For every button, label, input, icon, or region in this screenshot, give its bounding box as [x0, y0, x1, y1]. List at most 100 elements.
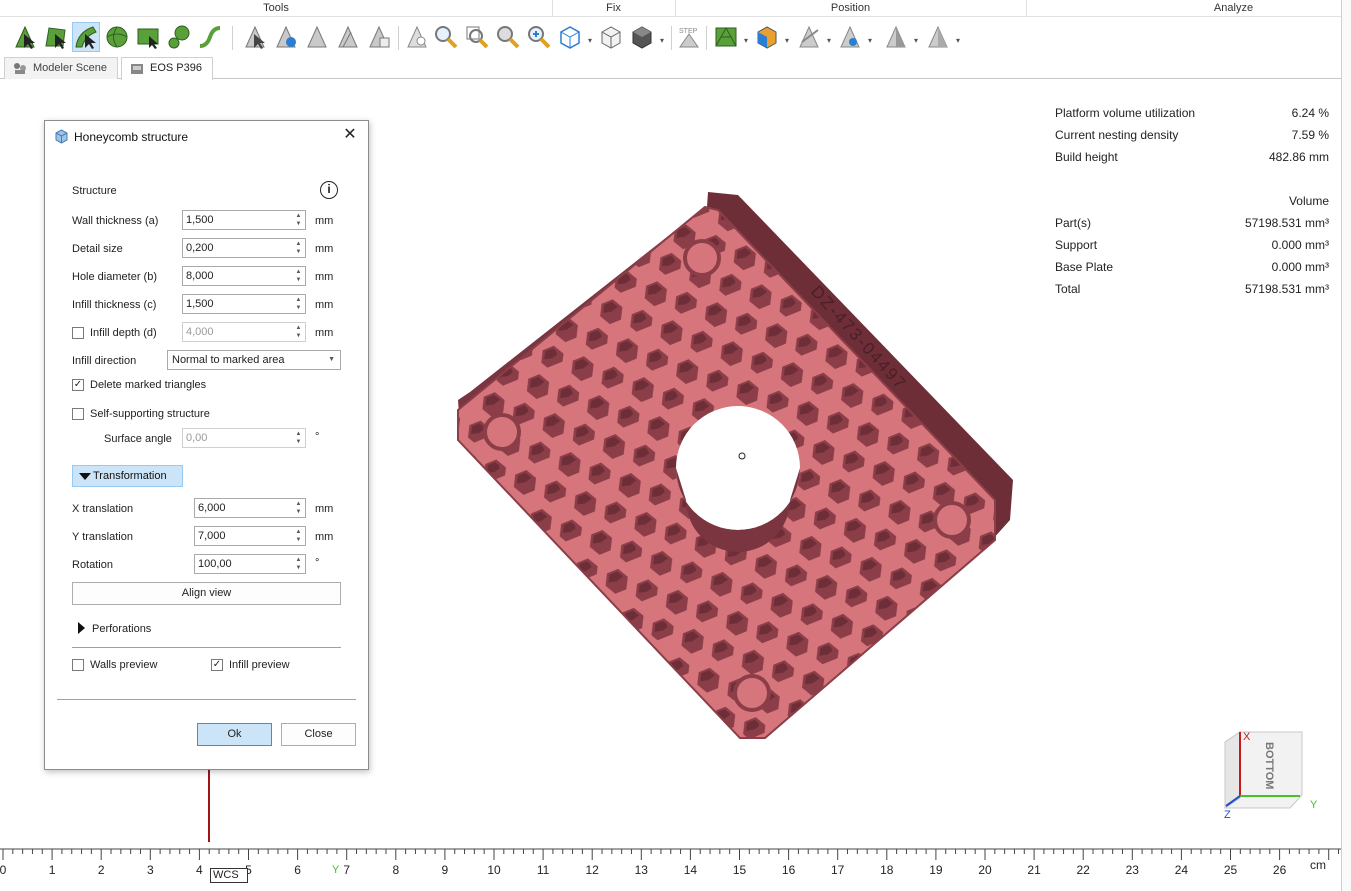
ruler-tick-label: 19	[929, 863, 943, 877]
solid-view-icon[interactable]	[628, 22, 656, 52]
select-shell-icon[interactable]	[72, 22, 100, 52]
info-icon[interactable]: i	[320, 181, 338, 199]
spin-arrows-icon[interactable]: ▲ ▼	[294, 296, 303, 312]
unit-label: mm	[315, 215, 334, 227]
zoom-icon[interactable]	[432, 22, 460, 52]
zoom-part-icon[interactable]	[494, 22, 522, 52]
shading-dropdown-icon[interactable]	[924, 22, 952, 52]
chevron-down-icon[interactable]: ▾	[868, 36, 872, 45]
chevron-down-icon[interactable]: ▾	[956, 36, 960, 45]
ruler-tick-label: 17	[831, 863, 845, 877]
step-icon[interactable]: STEP	[675, 22, 703, 52]
view-cube[interactable]: BOTTOM X Y Z	[1224, 731, 1318, 821]
spin-arrows-icon[interactable]: ▲ ▼	[294, 240, 303, 256]
detail-size-input[interactable]: 0,200 ▲ ▼	[182, 238, 306, 258]
chevron-down-icon[interactable]: ▾	[785, 36, 789, 45]
infill-thickness-input[interactable]: 1,500 ▲ ▼	[182, 294, 306, 314]
chevron-down-icon[interactable]: ▾	[914, 36, 918, 45]
shrink-selection-icon[interactable]	[365, 22, 393, 52]
spin-arrows-icon[interactable]: ▲ ▼	[294, 500, 303, 516]
align-view-button[interactable]: Align view	[72, 582, 341, 605]
select-connected-icon[interactable]	[165, 22, 193, 52]
chevron-down-icon[interactable]: ▾	[588, 36, 592, 45]
close-button[interactable]: Close	[281, 723, 356, 746]
info-value: 57198.531 mm³	[1244, 282, 1329, 296]
horizontal-ruler: 0 1 2 3 4 5 6 7 8 9 10 11 12 13 14 15 16 17 18 19 20 21 22 23 24…	[0, 842, 1341, 891]
info-row-baseplate-volume: Base Plate 0.000 mm³	[1055, 258, 1329, 280]
chevron-down-icon[interactable]: ▾	[827, 36, 831, 45]
honeycomb-dialog: Honeycomb structure ✕ Structure i Wall t…	[44, 120, 369, 770]
select-triangle-icon[interactable]	[11, 22, 39, 52]
spin-arrows-icon[interactable]: ▲ ▼	[294, 324, 303, 340]
right-side-panel-strip[interactable]	[1341, 0, 1351, 891]
y-translation-label: Y translation	[72, 531, 133, 543]
color-view-icon[interactable]	[753, 22, 781, 52]
grow-selection-icon[interactable]	[334, 22, 362, 52]
section-icon[interactable]	[836, 22, 864, 52]
measure-icon[interactable]	[795, 22, 823, 52]
ruler-tick-label: 9	[441, 863, 449, 877]
y-translation-input[interactable]: 7,000 ▲ ▼	[194, 526, 306, 546]
infill-depth-checkbox[interactable]	[72, 327, 84, 339]
ruler-tick-label: 0	[0, 863, 7, 877]
walls-preview-checkbox[interactable]	[72, 659, 84, 671]
view-cube-icon[interactable]	[597, 22, 625, 52]
infill-direction-select[interactable]: Normal to marked area ▼	[167, 350, 341, 370]
transformation-section-toggle[interactable]: Transformation	[72, 465, 183, 487]
infill-thickness-label: Infill thickness (c)	[72, 299, 157, 311]
zoom-all-icon[interactable]	[525, 22, 553, 52]
view-cube-face-label: BOTTOM	[1263, 742, 1275, 789]
zoom-box-icon[interactable]	[463, 22, 491, 52]
divider	[57, 699, 356, 700]
surface-angle-input[interactable]: 0,00 ▲ ▼	[182, 428, 306, 448]
ruler-tick-label: 24	[1174, 863, 1189, 877]
chevron-down-icon[interactable]: ▾	[744, 36, 748, 45]
select-sphere-icon[interactable]	[103, 22, 131, 52]
info-volume-header: Volume	[1055, 192, 1329, 214]
shading-icon[interactable]	[882, 22, 910, 52]
chevron-down-icon[interactable]: ▾	[660, 36, 664, 45]
view-box-icon[interactable]	[556, 22, 584, 52]
section-label: Transformation	[93, 470, 167, 482]
ruler-tick-label: 7	[343, 863, 351, 877]
info-label: Support	[1055, 238, 1098, 252]
wall-thickness-input[interactable]: 1,500 ▲ ▼	[182, 210, 306, 230]
part-model[interactable]: DZ-473-04497	[457, 192, 1013, 739]
spin-arrows-icon[interactable]: ▲ ▼	[294, 556, 303, 572]
spin-arrows-icon[interactable]: ▲ ▼	[294, 268, 303, 284]
tab-eos-p396[interactable]: EOS P396	[121, 57, 213, 80]
mark-icon[interactable]	[403, 22, 431, 52]
tab-modeler-scene[interactable]: Modeler Scene	[4, 57, 118, 79]
ok-button[interactable]: Ok	[197, 723, 272, 746]
x-translation-input[interactable]: 6,000 ▲ ▼	[194, 498, 306, 518]
hole-diameter-input[interactable]: 8,000 ▲ ▼	[182, 266, 306, 286]
spin-arrows-icon[interactable]: ▲ ▼	[294, 430, 303, 446]
shell-selection-icon[interactable]	[272, 22, 300, 52]
perforations-section-toggle[interactable]: Perforations	[92, 623, 151, 635]
infill-preview-checkbox[interactable]: ✓	[211, 659, 223, 671]
info-row-total-volume: Total 57198.531 mm³	[1055, 280, 1329, 302]
ribbon-group-position: Position	[830, 2, 871, 14]
dialog-title-bar[interactable]: Honeycomb structure ✕	[45, 121, 368, 151]
select-surface-icon[interactable]	[42, 22, 70, 52]
triangle-right-icon[interactable]	[78, 622, 85, 634]
toolbar-separator	[671, 26, 672, 50]
self-supporting-checkbox[interactable]	[72, 408, 84, 420]
ruler-tick-label: 4	[196, 863, 203, 877]
infill-depth-input[interactable]: 4,000 ▲ ▼	[182, 322, 306, 342]
mesh-view-icon[interactable]	[712, 22, 740, 52]
select-rectangle-icon[interactable]	[134, 22, 162, 52]
rotation-input[interactable]: 100,00 ▲ ▼	[194, 554, 306, 574]
delete-marked-checkbox[interactable]: ✓	[72, 379, 84, 391]
spin-arrows-icon[interactable]: ▲ ▼	[294, 212, 303, 228]
close-icon[interactable]: ✕	[342, 127, 358, 143]
unit-label: mm	[315, 299, 334, 311]
spin-arrows-icon[interactable]: ▲ ▼	[294, 528, 303, 544]
input-value: 1,500	[186, 214, 214, 226]
select-curve-icon[interactable]	[196, 22, 224, 52]
deselect-icon[interactable]	[303, 22, 331, 52]
info-label: Platform volume utilization	[1055, 106, 1196, 120]
invert-selection-icon[interactable]	[241, 22, 269, 52]
input-value: 100,00	[198, 558, 232, 570]
